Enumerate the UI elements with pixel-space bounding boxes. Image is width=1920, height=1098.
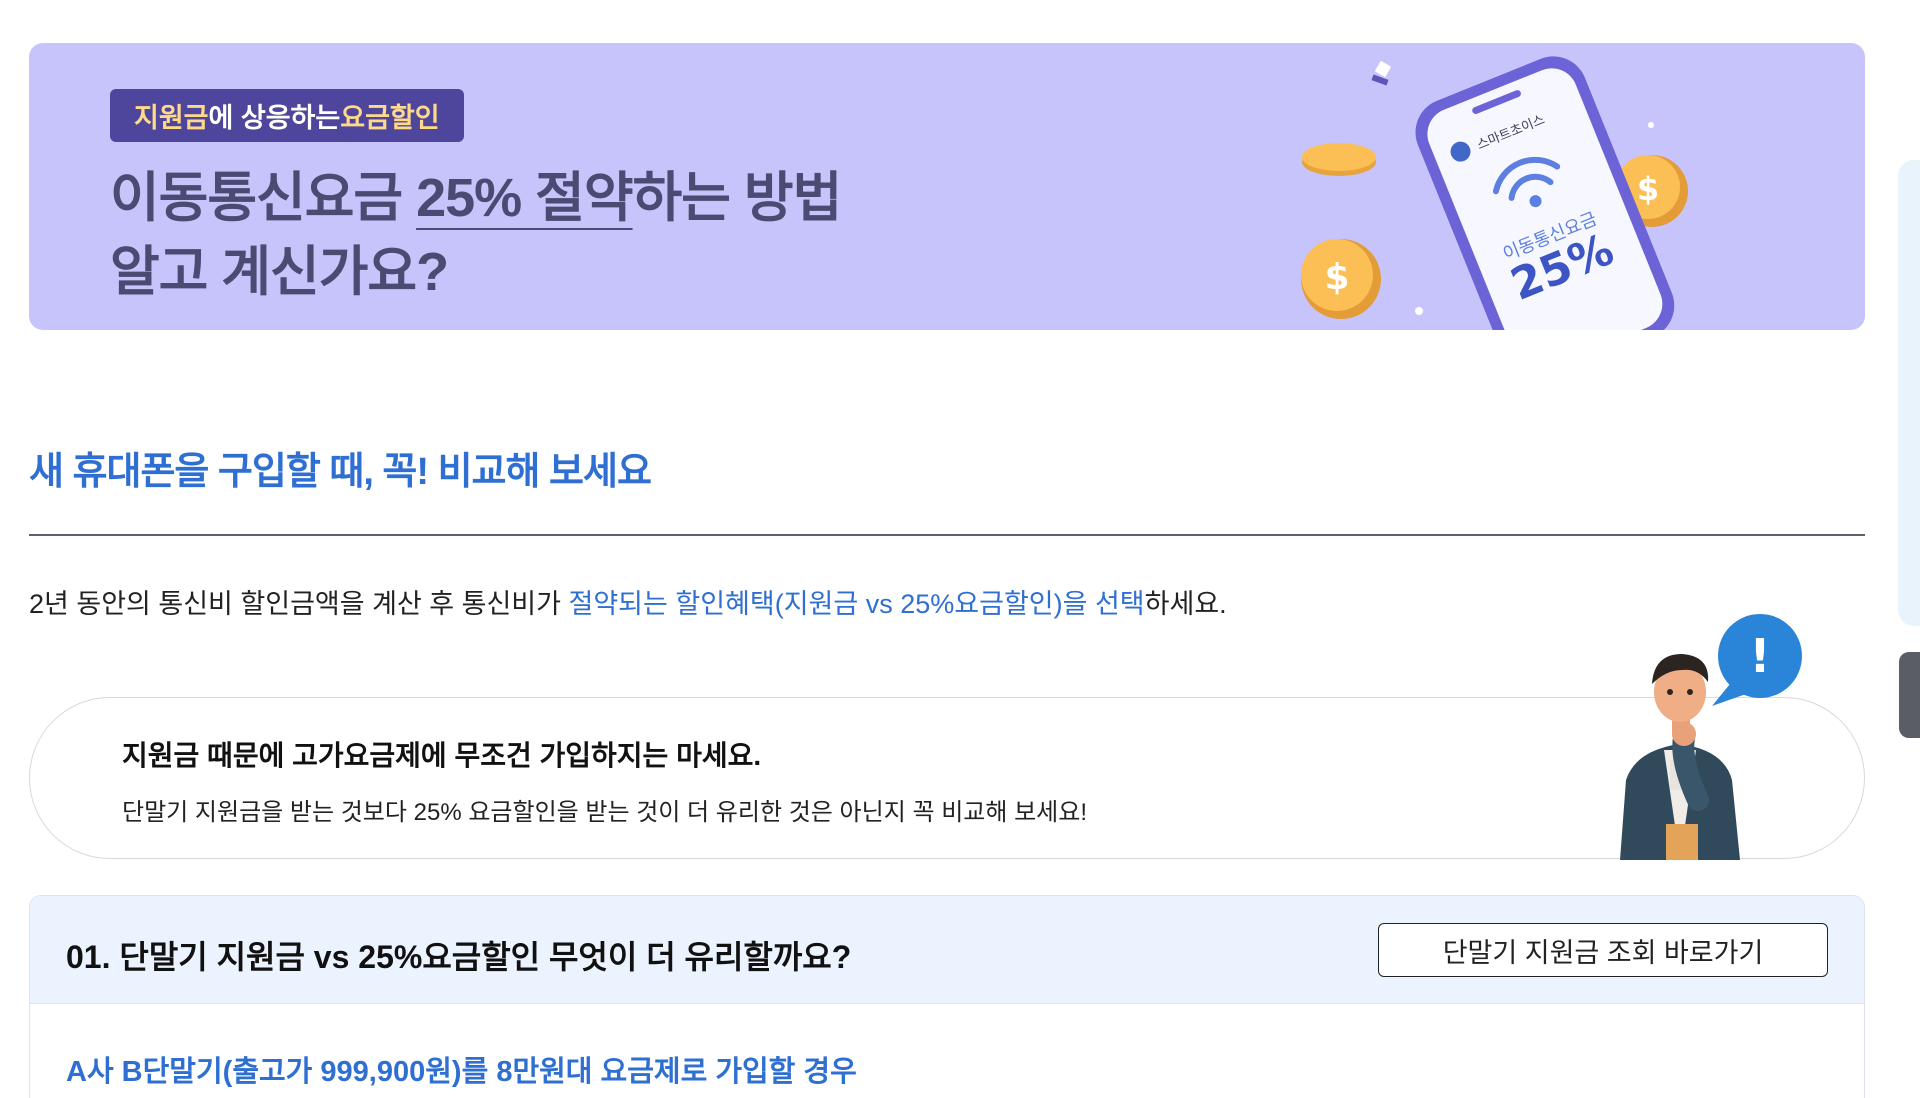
coin-icon: $ bbox=[1301, 239, 1381, 319]
comparison-card-title: 01. 단말기 지원금 vs 25%요금할인 무엇이 더 유리할까요? bbox=[66, 939, 852, 975]
banner-tag-highlight-2: 요금할인 bbox=[340, 103, 440, 133]
svg-text:$: $ bbox=[1324, 257, 1349, 298]
banner-tag-highlight-1: 지원금 bbox=[134, 103, 209, 133]
exclamation-bubble-icon: ! bbox=[1712, 614, 1802, 706]
scrollbar-thumb[interactable] bbox=[1899, 652, 1920, 738]
side-floating-panel[interactable] bbox=[1898, 160, 1920, 626]
banner-title: 이동통신요금 25% 절약하는 방법 알고 계신가요? bbox=[110, 161, 843, 309]
notice-description: 단말기 지원금을 받는 것보다 25% 요금할인을 받는 것이 더 유리한 것은… bbox=[122, 799, 1088, 826]
notice-title: 지원금 때문에 고가요금제에 무조건 가입하지는 마세요. bbox=[122, 740, 762, 771]
hero-banner: 지원금 에 상응하는 요금할인 이동통신요금 25% 절약하는 방법 알고 계신가… bbox=[29, 43, 1865, 330]
intro-suffix: 하세요. bbox=[1144, 589, 1227, 619]
case-title: A사 B단말기(출고가 999,900원)를 8만원대 요금제로 가입할 경우 bbox=[66, 1056, 857, 1088]
banner-title-line-2: 알고 계신가요? bbox=[110, 242, 449, 302]
banner-title-prefix: 이동통신요금 bbox=[110, 168, 417, 228]
phone-coins-illustration: $ $ 스마트초이스 이동통신요금 25% bbox=[1301, 56, 1688, 330]
intro-highlight: 절약되는 할인혜택(지원금 vs 25%요금할인)을 선택 bbox=[568, 589, 1145, 619]
banner-title-suffix: 하는 방법 bbox=[632, 168, 843, 228]
thinking-person-illustration: ! bbox=[1620, 614, 1802, 860]
banner-tag-text: 에 상응하는 bbox=[208, 103, 341, 133]
comparison-card-header: 01. 단말기 지원금 vs 25%요금할인 무엇이 더 유리할까요? 단말기 … bbox=[30, 896, 1864, 1004]
comparison-card: 01. 단말기 지원금 vs 25%요금할인 무엇이 더 유리할까요? 단말기 … bbox=[29, 895, 1865, 1098]
svg-text:$: $ bbox=[1637, 170, 1659, 208]
intro-text: 2년 동안의 통신비 할인금액을 계산 후 통신비가 절약되는 할인혜택(지원금… bbox=[29, 582, 1227, 621]
banner-title-underlined: 25% 절약 bbox=[416, 168, 633, 228]
section-title: 새 휴대폰을 구입할 때, 꼭! 비교해 보세요 bbox=[29, 451, 652, 493]
coin-icon bbox=[1302, 143, 1376, 176]
intro-prefix: 2년 동안의 통신비 할인금액을 계산 후 통신비가 bbox=[29, 589, 569, 619]
subsidy-lookup-button[interactable]: 단말기 지원금 조회 바로가기 bbox=[1378, 923, 1828, 977]
banner-title-line-1: 이동통신요금 25% 절약하는 방법 bbox=[110, 161, 843, 235]
section-divider bbox=[29, 534, 1865, 536]
svg-text:!: ! bbox=[1750, 629, 1771, 683]
banner-tag: 지원금 에 상응하는 요금할인 bbox=[110, 89, 464, 142]
